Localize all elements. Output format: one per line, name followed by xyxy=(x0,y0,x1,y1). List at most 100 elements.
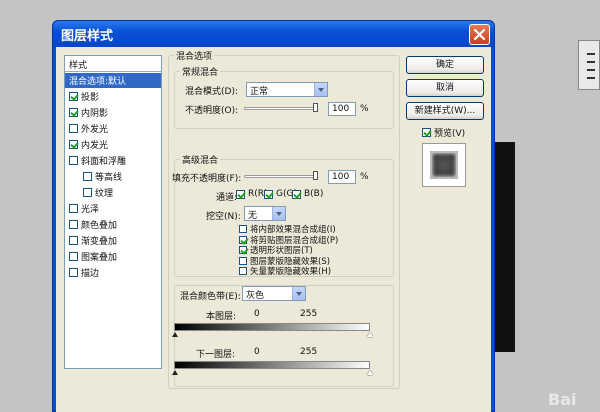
fill-opacity-percent: % xyxy=(360,172,369,182)
opacity-label: 不透明度(O): xyxy=(185,106,239,116)
style-item-label: 光泽 xyxy=(81,205,100,215)
title-bar[interactable]: 图层样式 xyxy=(53,21,494,47)
underlying-layer-gradient xyxy=(174,361,370,369)
style-preview xyxy=(422,143,466,187)
underlying-layer-white-handle[interactable] xyxy=(367,370,373,375)
style-item-checkbox[interactable] xyxy=(69,92,78,101)
this-layer-label: 本图层: xyxy=(206,312,237,322)
general-blending-title: 常规混合 xyxy=(180,65,221,78)
layer-style-dialog: 图层样式 样式 混合选项:默认投影内阴影外发光内发光斜面和浮雕等高线纹理光泽颜色… xyxy=(52,20,495,412)
style-item[interactable]: 内阴影 xyxy=(65,105,161,120)
channel-b-checkbox[interactable] xyxy=(292,189,301,199)
advanced-option[interactable]: 矢量蒙版隐藏效果(H) xyxy=(239,265,331,277)
opacity-input[interactable]: 100 xyxy=(328,102,356,116)
style-item-label: 内阴影 xyxy=(81,109,109,119)
underlying-layer-min: 0 xyxy=(254,347,260,357)
advanced-option-checkbox[interactable] xyxy=(239,235,247,244)
style-item-label: 投影 xyxy=(81,93,100,103)
style-item[interactable]: 描边 xyxy=(65,265,161,280)
close-button[interactable] xyxy=(469,24,490,45)
style-item[interactable]: 投影 xyxy=(65,89,161,104)
style-item[interactable]: 外发光 xyxy=(65,121,161,136)
preview-label: 预览(V) xyxy=(434,129,466,139)
style-item-label: 外发光 xyxy=(81,125,109,135)
style-item-checkbox[interactable] xyxy=(69,108,78,117)
style-item-checkbox[interactable] xyxy=(83,172,92,181)
blending-options-title: 混合选项 xyxy=(174,49,215,62)
advanced-blending-title: 高级混合 xyxy=(180,153,221,166)
style-item-label: 等高线 xyxy=(95,173,123,183)
advanced-option-label: 矢量蒙版隐藏效果(H) xyxy=(250,267,332,277)
fill-opacity-slider[interactable] xyxy=(244,175,316,178)
cancel-button[interactable]: 取消 xyxy=(406,79,484,97)
channel-r-checkbox[interactable] xyxy=(236,189,245,199)
style-item[interactable]: 纹理 xyxy=(65,185,161,200)
knockout-label: 挖空(N): xyxy=(206,212,241,222)
general-blending-group xyxy=(174,71,394,129)
background-panel xyxy=(578,40,600,90)
advanced-option-checkbox[interactable] xyxy=(239,225,247,233)
underlying-layer-black-handle[interactable] xyxy=(172,370,178,375)
opacity-slider[interactable] xyxy=(244,107,316,110)
style-item[interactable]: 内发光 xyxy=(65,137,161,152)
blend-mode-value: 正常 xyxy=(250,87,269,97)
style-item-checkbox[interactable] xyxy=(69,156,78,165)
new-style-button[interactable]: 新建样式(W)... xyxy=(406,102,484,120)
knockout-value: 无 xyxy=(248,211,258,221)
style-item[interactable]: 等高线 xyxy=(65,169,161,184)
style-item-checkbox[interactable] xyxy=(69,252,78,261)
styles-list: 样式 混合选项:默认投影内阴影外发光内发光斜面和浮雕等高线纹理光泽颜色叠加渐变叠… xyxy=(64,55,162,369)
advanced-option-checkbox[interactable] xyxy=(239,246,247,254)
advanced-option-checkbox[interactable] xyxy=(239,256,247,265)
chevron-down-icon xyxy=(314,83,327,96)
channel-b-label: B(B) xyxy=(304,189,324,199)
style-item[interactable]: 光泽 xyxy=(65,201,161,216)
style-item-label: 颜色叠加 xyxy=(81,221,118,231)
this-layer-black-handle[interactable] xyxy=(172,332,178,337)
fill-opacity-input[interactable]: 100 xyxy=(328,170,356,184)
blend-if-value: 灰色 xyxy=(246,291,265,301)
preview-swatch xyxy=(430,151,458,179)
this-layer-gradient xyxy=(174,323,370,331)
opacity-slider-thumb[interactable] xyxy=(313,103,318,112)
style-item-checkbox[interactable] xyxy=(83,188,92,197)
style-item[interactable]: 图案叠加 xyxy=(65,249,161,264)
channels-label: 通道: xyxy=(216,193,238,203)
style-item[interactable]: 颜色叠加 xyxy=(65,217,161,232)
preview-toggle[interactable]: 预览(V) xyxy=(422,126,465,139)
canvas-edge xyxy=(495,142,515,352)
style-item-label: 内发光 xyxy=(81,141,109,151)
style-item-checkbox[interactable] xyxy=(69,124,78,133)
style-item-checkbox[interactable] xyxy=(69,220,78,229)
fill-opacity-slider-thumb[interactable] xyxy=(313,171,318,180)
fill-opacity-label: 填充不透明度(F): xyxy=(172,174,242,184)
this-layer-min: 0 xyxy=(254,309,260,319)
style-item-checkbox[interactable] xyxy=(69,236,78,245)
style-item-label: 描边 xyxy=(81,269,100,279)
dialog-title: 图层样式 xyxy=(61,29,114,44)
dialog-body: 样式 混合选项:默认投影内阴影外发光内发光斜面和浮雕等高线纹理光泽颜色叠加渐变叠… xyxy=(56,47,491,412)
style-item-checkbox[interactable] xyxy=(69,204,78,213)
underlying-layer-label: 下一图层: xyxy=(196,350,236,360)
style-item-checkbox[interactable] xyxy=(69,140,78,149)
channel-g-checkbox[interactable] xyxy=(264,189,273,199)
blend-mode-label: 混合模式(D): xyxy=(185,87,238,97)
style-item-checkbox[interactable] xyxy=(69,268,78,277)
styles-header[interactable]: 样式 xyxy=(65,56,161,72)
channel-r[interactable]: R(R) xyxy=(236,189,268,199)
style-item[interactable]: 斜面和浮雕 xyxy=(65,153,161,168)
close-icon xyxy=(473,28,486,41)
this-layer-white-handle[interactable] xyxy=(367,332,373,337)
style-item[interactable]: 混合选项:默认 xyxy=(65,73,161,88)
blend-if-select[interactable]: 灰色 xyxy=(242,286,306,301)
underlying-layer-max: 255 xyxy=(300,347,318,357)
ok-button[interactable]: 确定 xyxy=(406,56,484,74)
style-item[interactable]: 渐变叠加 xyxy=(65,233,161,248)
channel-b[interactable]: B(B) xyxy=(292,189,323,199)
blend-mode-select[interactable]: 正常 xyxy=(246,82,328,97)
style-item-label: 图案叠加 xyxy=(81,253,118,263)
advanced-option-checkbox[interactable] xyxy=(239,267,247,275)
blend-if-label: 混合颜色带(E): xyxy=(180,292,241,302)
preview-checkbox[interactable] xyxy=(422,128,431,137)
knockout-select[interactable]: 无 xyxy=(244,206,286,221)
